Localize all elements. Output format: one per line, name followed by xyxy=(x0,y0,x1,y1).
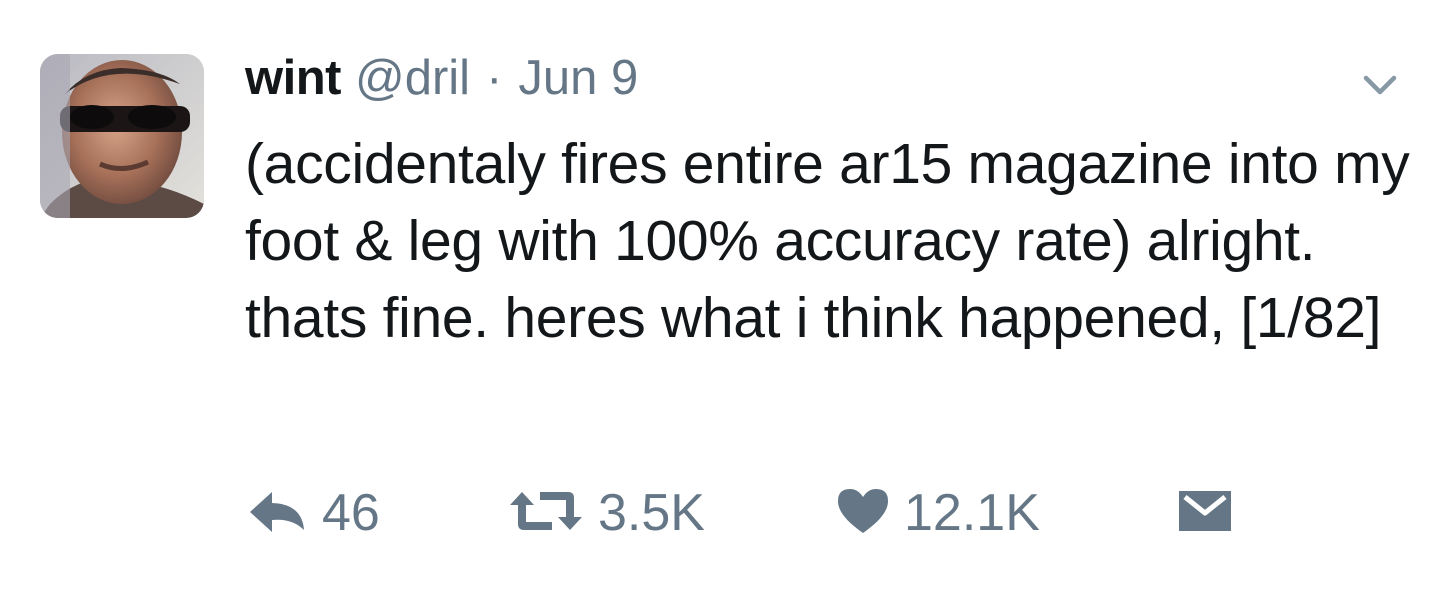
tweet-text: (accidentaly fires entire ar15 magazine … xyxy=(245,132,1410,350)
heart-icon xyxy=(836,487,890,540)
author-name[interactable]: wint xyxy=(245,50,341,106)
retweet-icon xyxy=(508,488,584,539)
tweet-date[interactable]: Jun 9 xyxy=(518,50,638,106)
author-handle[interactable]: @dril xyxy=(355,50,470,106)
chevron-down-icon[interactable] xyxy=(1362,70,1398,100)
envelope-icon xyxy=(1177,489,1233,538)
retweet-count: 3.5K xyxy=(598,484,705,542)
reply-button[interactable]: 46 xyxy=(248,478,380,548)
tweet-header: wint @dril · Jun 9 xyxy=(245,50,638,110)
reply-count: 46 xyxy=(322,484,380,542)
like-count: 12.1K xyxy=(904,484,1040,542)
separator-dot: · xyxy=(486,51,503,105)
avatar[interactable] xyxy=(40,54,204,218)
direct-message-button[interactable] xyxy=(1177,478,1233,548)
retweet-button[interactable]: 3.5K xyxy=(508,478,705,548)
reply-icon xyxy=(248,488,308,539)
avatar-image xyxy=(40,54,204,218)
tweet-actions: 46 3.5K 12.1K xyxy=(0,478,1439,548)
like-button[interactable]: 12.1K xyxy=(836,478,1040,548)
